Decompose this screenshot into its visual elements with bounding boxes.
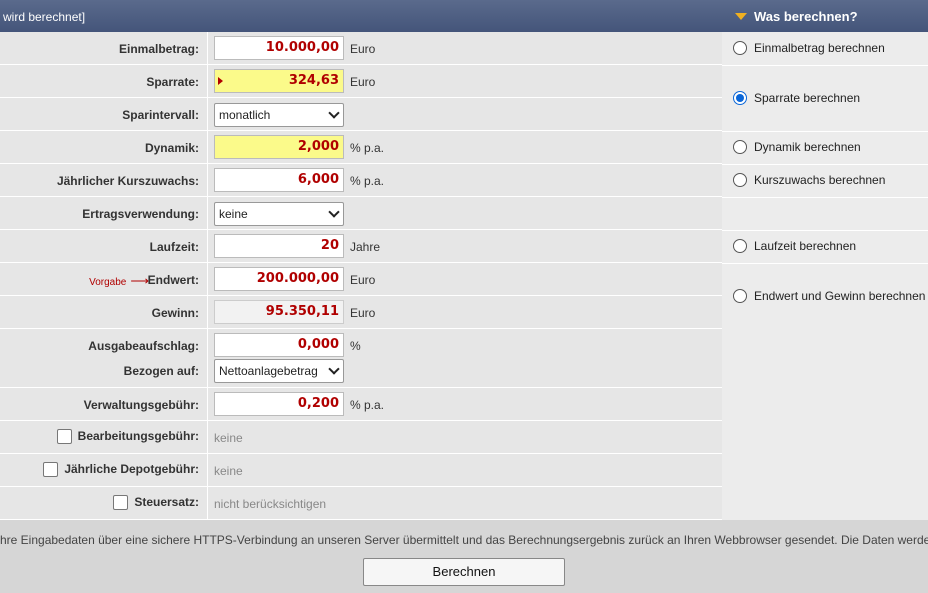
row-verwaltungsgebuehr: Verwaltungsgebühr: 0,200 % p.a. — [0, 388, 722, 421]
dynamik-label: Dynamik: — [144, 141, 199, 155]
option-dynamik[interactable]: Dynamik berechnen — [733, 140, 861, 154]
radio-sparrate[interactable] — [733, 91, 747, 105]
verwaltungsgebuehr-unit: % p.a. — [350, 398, 385, 412]
option-kurszuwachs[interactable]: Kurszuwachs berechnen — [733, 173, 885, 187]
gewinn-output: 95.350,11 — [214, 300, 344, 324]
berechnen-button[interactable]: Berechnen — [363, 558, 565, 586]
endwert-label: Endwert: — [147, 273, 199, 287]
dynamik-input[interactable]: 2,000 — [214, 135, 344, 159]
ertragsverwendung-select[interactable]: keine — [214, 202, 344, 226]
steuersatz-label: Steuersatz: — [134, 495, 199, 509]
row-laufzeit: Laufzeit: 20 Jahre — [0, 230, 722, 263]
row-gewinn: Gewinn: 95.350,11 Euro — [0, 296, 722, 329]
option-endwert-gewinn[interactable]: Endwert und Gewinn berechnen — [733, 289, 925, 303]
verwaltungsgebuehr-label: Verwaltungsgebühr: — [83, 398, 199, 412]
vorgabe-label: Vorgabe — [89, 277, 127, 288]
bearbeitungsgebuehr-toggle[interactable]: Bearbeitungsgebühr: — [56, 429, 199, 445]
ausgabeaufschlag-label: Ausgabeaufschlag: — [88, 339, 199, 353]
steuersatz-value: nicht berücksichtigen — [214, 497, 327, 511]
option-endwert-gewinn-label: Endwert und Gewinn berechnen — [754, 289, 926, 303]
option-kurszuwachs-label: Kurszuwachs berechnen — [754, 173, 886, 187]
bearbeitungsgebuehr-checkbox[interactable] — [56, 429, 72, 445]
gewinn-label: Gewinn: — [151, 306, 199, 320]
laufzeit-label: Laufzeit: — [149, 240, 199, 254]
bearbeitungsgebuehr-label: Bearbeitungsgebühr: — [77, 429, 199, 443]
bearbeitungsgebuehr-value: keine — [214, 431, 243, 445]
steuersatz-checkbox[interactable] — [113, 495, 129, 511]
endwert-unit: Euro — [350, 273, 376, 287]
row-bearbeitungsgebuehr: Bearbeitungsgebühr: keine — [0, 421, 722, 454]
ausgabeaufschlag-input[interactable]: 0,000 — [214, 333, 344, 357]
radio-laufzeit[interactable] — [733, 239, 747, 253]
bezogen-auf-select[interactable]: Nettoanlagebetrag — [214, 359, 344, 383]
dynamik-unit: % p.a. — [350, 141, 385, 155]
row-ausgabeaufschlag: Ausgabeaufschlag: Bezogen auf: 0,000 % N… — [0, 329, 722, 388]
sparrate-input[interactable]: 324,63 — [214, 69, 344, 93]
ertragsverwendung-value: keine — [219, 207, 248, 221]
verwaltungsgebuehr-input[interactable]: 0,200 — [214, 392, 344, 416]
calculation-target-panel: Einmalbetrag berechnen Sparrate berechne… — [722, 32, 928, 520]
triangle-down-icon — [735, 13, 747, 20]
row-dynamik: Dynamik: 2,000 % p.a. — [0, 131, 722, 164]
gewinn-unit: Euro — [350, 306, 376, 320]
depotgebuehr-checkbox[interactable] — [43, 462, 59, 478]
ertragsverwendung-label: Ertragsverwendung: — [82, 207, 199, 221]
row-depotgebuehr: Jährliche Depotgebühr: keine — [0, 454, 722, 487]
option-einmalbetrag-label: Einmalbetrag berechnen — [754, 41, 885, 55]
row-einmalbetrag: Einmalbetrag: 10.000,00 Euro — [0, 32, 722, 65]
row-endwert: Vorgabe ⟶ Endwert: 200.000,00 Euro — [0, 263, 722, 296]
option-sparrate-label: Sparrate berechnen — [754, 91, 861, 105]
header-left-title: wird berechnet] — [3, 10, 86, 24]
sparrate-label: Sparrate: — [146, 75, 199, 89]
bezogen-auf-value: Nettoanlagebetrag — [219, 364, 318, 378]
radio-dynamik[interactable] — [733, 140, 747, 154]
row-sparrate: Sparrate: 324,63 Euro — [0, 65, 722, 98]
radio-kurszuwachs[interactable] — [733, 173, 747, 187]
footer: hre Eingabedaten über eine sichere HTTPS… — [0, 520, 928, 593]
result-marker-icon — [218, 77, 223, 85]
radio-einmalbetrag[interactable] — [733, 41, 747, 55]
was-berechnen-label: Was berechnen? — [754, 9, 858, 24]
option-sparrate[interactable]: Sparrate berechnen — [733, 91, 860, 105]
option-einmalbetrag[interactable]: Einmalbetrag berechnen — [733, 41, 885, 55]
einmalbetrag-unit: Euro — [350, 42, 376, 56]
vorgabe-hint: Vorgabe ⟶ — [89, 273, 149, 289]
row-steuersatz: Steuersatz: nicht berücksichtigen — [0, 487, 722, 520]
depotgebuehr-label: Jährliche Depotgebühr: — [64, 462, 199, 476]
ausgabeaufschlag-unit: % — [350, 339, 361, 353]
row-sparintervall: Sparintervall: monatlich — [0, 98, 722, 131]
option-laufzeit[interactable]: Laufzeit berechnen — [733, 239, 856, 253]
kurszuwachs-input[interactable]: 6,000 — [214, 168, 344, 192]
depotgebuehr-value: keine — [214, 464, 243, 478]
kurszuwachs-label: Jährlicher Kurszuwachs: — [56, 174, 199, 188]
row-ertragsverwendung: Ertragsverwendung: keine — [0, 197, 722, 230]
sparintervall-select[interactable]: monatlich — [214, 103, 344, 127]
option-dynamik-label: Dynamik berechnen — [754, 140, 861, 154]
endwert-input[interactable]: 200.000,00 — [214, 267, 344, 291]
sparrate-value: 324,63 — [288, 73, 339, 88]
https-note: hre Eingabedaten über eine sichere HTTPS… — [0, 533, 928, 547]
bezogen-auf-label: Bezogen auf: — [123, 364, 199, 378]
kurszuwachs-unit: % p.a. — [350, 174, 385, 188]
sparintervall-value: monatlich — [219, 108, 271, 122]
steuersatz-toggle[interactable]: Steuersatz: — [113, 495, 199, 511]
sparintervall-label: Sparintervall: — [122, 108, 199, 122]
laufzeit-input[interactable]: 20 — [214, 234, 344, 258]
sparrate-unit: Euro — [350, 75, 376, 89]
row-kurszuwachs: Jährlicher Kurszuwachs: 6,000 % p.a. — [0, 164, 722, 197]
chevron-down-icon — [328, 107, 340, 119]
laufzeit-unit: Jahre — [350, 240, 381, 254]
chevron-down-icon — [328, 206, 340, 218]
arrow-right-icon: ⟶ — [130, 273, 149, 288]
einmalbetrag-input[interactable]: 10.000,00 — [214, 36, 344, 60]
header-bar: wird berechnet] Was berechnen? — [0, 0, 928, 32]
radio-endwert-gewinn[interactable] — [733, 289, 747, 303]
option-laufzeit-label: Laufzeit berechnen — [754, 239, 857, 253]
header-right-title: Was berechnen? — [735, 9, 858, 24]
depotgebuehr-toggle[interactable]: Jährliche Depotgebühr: — [43, 462, 199, 478]
chevron-down-icon — [328, 363, 340, 375]
einmalbetrag-label: Einmalbetrag: — [118, 42, 199, 56]
